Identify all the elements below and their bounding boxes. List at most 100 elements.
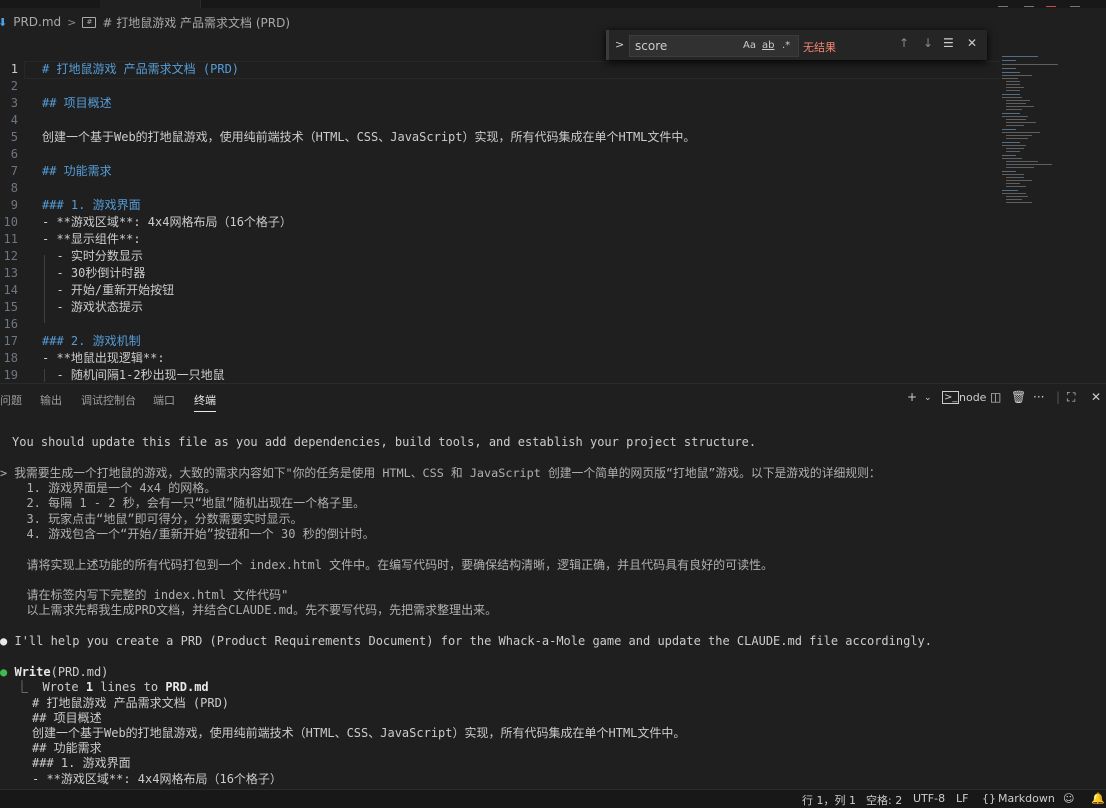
encoding[interactable]: UTF-8 (913, 792, 945, 805)
notification-bell-icon[interactable]: 🔔 (1091, 792, 1105, 805)
line-number: 3 (10, 96, 18, 110)
tree-connector-icon: ⎿ (16, 680, 29, 694)
line-text: - **地鼠出现逻辑**: (42, 351, 165, 365)
terminal-line: 创建一个基于Web的打地鼠游戏，使用纯前端技术（HTML、CSS、JavaScr… (32, 726, 686, 740)
terminal[interactable]: You should update this file as you add d… (0, 420, 1106, 790)
regex-icon[interactable]: .* (782, 40, 790, 51)
copilot-icon[interactable]: ☺ (1063, 792, 1074, 805)
line-number: 10 (3, 215, 18, 229)
tab-ports[interactable]: 端口 (153, 392, 175, 408)
line-text: - **显示组件**: (42, 232, 141, 246)
terminal-line: ⎿ Wrote 1 lines to PRD.md (16, 680, 209, 695)
line-text: - 游戏状态提示 (42, 300, 143, 314)
whole-word-icon[interactable]: ab (762, 40, 774, 51)
editor-line: 11 - **显示组件**: (0, 231, 1000, 248)
line-number: 5 (10, 130, 18, 144)
line-number: 14 (3, 283, 18, 297)
line-text: - **游戏区域**: 4x4网格布局（16个格子） (42, 215, 292, 229)
terminal-line: 1. 游戏界面是一个 4x4 的网格。 (12, 481, 217, 495)
terminal-line: 2. 每隔 1 - 2 秒，会有一只“地鼠”随机出现在一个格子里。 (12, 496, 366, 510)
indentation[interactable]: 空格: 2 (866, 792, 902, 808)
editor-line: 7 ## 功能需求 (0, 163, 1000, 180)
window-control-icon[interactable] (1024, 0, 1034, 7)
window-control-icon[interactable] (998, 0, 1008, 7)
line-number: 15 (3, 300, 18, 314)
close-icon[interactable]: ✕ (967, 36, 977, 50)
editor-line: 6 (0, 146, 1000, 163)
panel-divider[interactable] (0, 383, 1106, 384)
editor-line: 4 (0, 112, 1000, 129)
window-control-icon[interactable] (1046, 0, 1056, 7)
tool-arg: (PRD.md) (50, 665, 109, 679)
editor-line: 1 # 打地鼠游戏 产品需求文档 (PRD) (0, 61, 1000, 78)
tab-output[interactable]: 输出 (40, 392, 62, 408)
line-number: 2 (10, 79, 18, 93)
editor-area[interactable]: 1 # 打地鼠游戏 产品需求文档 (PRD) 2 3 ## 项目概述 4 5 创建一个… (0, 56, 1000, 382)
breadcrumb-file[interactable]: PRD.md (13, 15, 61, 29)
cursor-position[interactable]: 行 1，列 1 (802, 792, 856, 808)
panel-separator: | (1056, 390, 1061, 404)
terminal-line: ● I'll help you create a PRD (Product Re… (0, 634, 932, 649)
line-text: ## 功能需求 (42, 164, 112, 178)
terminal-text: PRD.md (165, 680, 209, 694)
editor-line: 14 - 开始/重新开始按钮 (0, 282, 1000, 299)
terminal-line: ## 功能需求 (32, 741, 102, 755)
editor-line: 8 (0, 180, 1000, 197)
breadcrumb-heading[interactable]: # 打地鼠游戏 产品需求文档 (PRD) (102, 14, 290, 31)
maximize-panel-icon[interactable]: ⛶ (1067, 390, 1075, 405)
line-number: 17 (3, 334, 18, 348)
line-number: 18 (3, 351, 18, 365)
tool-name: Write (14, 665, 51, 679)
close-panel-icon[interactable]: ✕ (1091, 390, 1101, 404)
end-of-line[interactable]: LF (956, 792, 968, 805)
line-text: ### 1. 游戏界面 (42, 198, 141, 212)
chevron-right-icon: > (67, 15, 77, 29)
trash-icon[interactable]: 🗑 (1011, 390, 1026, 404)
minimap[interactable] (1000, 56, 1060, 208)
tab-debug-console[interactable]: 调试控制台 (81, 392, 136, 408)
line-number: 1 (10, 62, 18, 76)
editor-line: 10 - **游戏区域**: 4x4网格布局（16个格子） (0, 214, 1000, 231)
line-text: - 30秒倒计时器 (42, 266, 146, 280)
terminal-line: You should update this file as you add d… (12, 435, 757, 449)
terminal-line: ## 项目概述 (32, 711, 102, 725)
line-number: 13 (3, 266, 18, 280)
language-mode-braces-icon: {} (982, 792, 996, 805)
chevron-down-icon[interactable]: ⌄ (924, 393, 932, 403)
editor-tab[interactable] (100, 0, 201, 8)
terminal-line: 4. 游戏包含一个“开始/重新开始”按钮和一个 30 秒的倒计时。 (12, 527, 375, 541)
new-terminal-plus-icon[interactable]: + (907, 390, 917, 404)
arrow-up-icon[interactable]: ↑ (899, 36, 909, 50)
line-number: 4 (10, 113, 18, 127)
line-text: ### 2. 游戏机制 (42, 334, 141, 348)
find-input[interactable]: score Aa ab .* (629, 35, 799, 57)
find-input-value[interactable]: score (635, 39, 667, 53)
editor-line: 16 (0, 316, 1000, 333)
line-number: 11 (3, 232, 18, 246)
terminal-line: 请将实现上述功能的所有代码打包到一个 index.html 文件中。在编写代码时… (12, 558, 774, 572)
editor-line: 2 (0, 78, 1000, 95)
line-number: 8 (10, 181, 18, 195)
tab-problems[interactable]: 问题 (0, 392, 22, 408)
toggle-replace-chevron-icon[interactable]: > (615, 38, 624, 51)
arrow-down-icon[interactable]: ↓ (923, 36, 933, 50)
split-terminal-icon[interactable]: ◫ (990, 390, 1001, 404)
line-text: - 开始/重新开始按钮 (42, 283, 175, 297)
language-mode[interactable]: Markdown (998, 792, 1055, 805)
terminal-line: 请在标签内写下完整的 index.html 文件代码" (12, 588, 289, 602)
editor-line: 3 ## 项目概述 (0, 95, 1000, 112)
status-bar: 行 1，列 1 空格: 2 UTF-8 LF {} Markdown ☺ 🔔 (0, 789, 1106, 808)
heading-symbol-icon: # (82, 16, 97, 28)
terminal-shell-name[interactable]: node (959, 391, 986, 404)
find-in-selection-icon[interactable]: ☰ (943, 36, 954, 50)
match-case-icon[interactable]: Aa (743, 40, 756, 51)
more-actions-icon[interactable]: ··· (1033, 390, 1044, 404)
line-text: ## 项目概述 (42, 96, 112, 110)
terminal-line: - **游戏区域**: 4x4网格布局（16个格子） (32, 772, 282, 786)
tab-terminal[interactable]: 终端 (194, 392, 216, 412)
terminal-text: 1 (85, 680, 94, 694)
terminal-shell-icon: >_ (942, 391, 960, 404)
line-text: # 打地鼠游戏 产品需求文档 (PRD) (42, 62, 240, 76)
line-number: 12 (3, 249, 18, 263)
window-control-icon[interactable] (1070, 0, 1080, 7)
